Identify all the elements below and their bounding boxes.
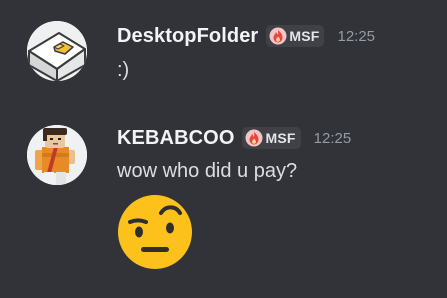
server-tag-label: MSF	[289, 28, 320, 44]
flame-icon	[245, 129, 263, 147]
message-2: KEBABCOO MSF 12:25 wow who did u pay?	[0, 100, 447, 298]
message-1: DesktopFolder MSF 12:25 :)	[0, 0, 447, 100]
server-tag[interactable]: MSF	[242, 127, 301, 149]
message-content: :)	[117, 59, 130, 81]
message-header: KEBABCOO MSF 12:25	[117, 125, 351, 151]
server-tag-label: MSF	[265, 130, 296, 146]
avatar-kebabcoo[interactable]	[27, 125, 87, 185]
message-content: wow who did u pay?	[117, 160, 298, 182]
username[interactable]: KEBABCOO	[117, 127, 234, 150]
message-header: DesktopFolder MSF 12:25	[117, 23, 375, 49]
server-tag[interactable]: MSF	[266, 25, 325, 47]
character-avatar-icon	[27, 125, 87, 185]
timestamp[interactable]: 12:25	[337, 28, 375, 45]
flame-icon	[269, 27, 287, 45]
username[interactable]: DesktopFolder	[117, 25, 258, 48]
folder-avatar-icon	[27, 21, 87, 81]
face-with-raised-eyebrow-emoji[interactable]	[117, 194, 193, 270]
timestamp[interactable]: 12:25	[314, 130, 352, 147]
avatar-desktopfolder[interactable]	[27, 21, 87, 81]
